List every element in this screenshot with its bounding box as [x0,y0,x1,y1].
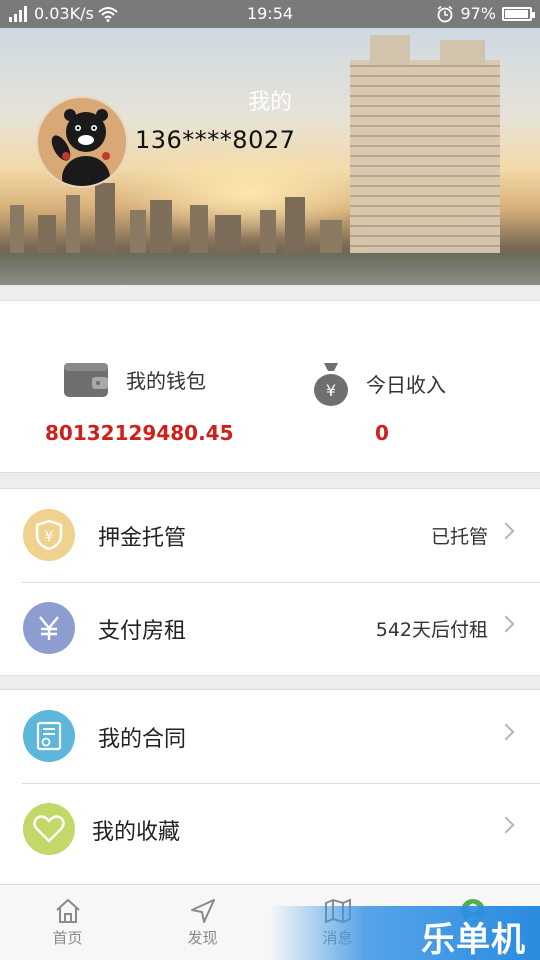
tab-discover[interactable]: 发现 [135,885,270,960]
list-group-records: 我的合同 我的收藏 [0,689,540,885]
pay-rent-value: 542天后付租 [375,619,488,641]
tab-home-label: 首页 [52,929,83,947]
my-contract-label: 我的合同 [98,726,187,752]
avatar[interactable] [36,96,128,188]
today-income-label: 今日收入 [366,372,446,397]
banner-ground [0,253,540,285]
contract-icon [23,710,75,762]
send-icon [190,899,215,923]
user-phone: 136****8027 [135,126,296,154]
svg-text:¥: ¥ [326,381,336,400]
today-income-label-row: ¥ 今日收入 [312,359,446,407]
battery-percent: 97% [460,4,496,23]
deposit-escrow-value: 已托管 [430,526,488,548]
wallet-icon [64,363,108,397]
chevron-right-icon [497,615,515,633]
my-wallet-amount: 80132129480.45 [45,421,234,445]
alarm-icon [437,5,453,22]
status-right: 97% [436,4,535,23]
list-group-payments: ¥ 押金托管 已托管 支付房租 542天后付租 [0,488,540,676]
wallet-card: 我的钱包 80132129480.45 ¥ 今日收入 0 [0,300,540,473]
deposit-escrow-label: 押金托管 [98,525,187,551]
profile-header: 我的 136****8027 [0,28,540,285]
tab-home[interactable]: 首页 [0,885,135,960]
chevron-right-icon [497,723,515,741]
money-bag-icon: ¥ [314,363,348,406]
chevron-right-icon [497,522,515,540]
svg-text:¥: ¥ [45,529,54,545]
my-wallet-label-row: 我的钱包 [62,359,206,399]
list-group-spacer [0,876,540,884]
deposit-escrow-row[interactable]: ¥ 押金托管 已托管 [0,489,540,582]
watermark-overlay: 乐单机 [270,906,540,960]
heart-icon [23,803,75,855]
pay-rent-row[interactable]: 支付房租 542天后付租 [0,582,540,675]
tab-discover-label: 发现 [187,929,218,947]
yen-icon [23,602,75,654]
battery-icon [502,6,535,21]
my-favorites-row[interactable]: 我的收藏 [0,783,540,876]
chevron-right-icon [497,816,515,834]
today-income[interactable]: ¥ 今日收入 0 [270,301,540,474]
shield-yen-icon: ¥ [23,509,75,561]
my-wallet[interactable]: 我的钱包 80132129480.45 [0,301,270,474]
my-contract-row[interactable]: 我的合同 [0,690,540,783]
home-icon [55,898,80,923]
bear-avatar-icon [38,98,126,186]
watermark-text: 乐单机 [421,920,526,960]
my-wallet-label: 我的钱包 [126,368,206,393]
pay-rent-label: 支付房租 [98,618,187,644]
my-favorites-label: 我的收藏 [92,819,181,845]
status-bar: 0.03K/s 19:54 97% [0,0,540,28]
today-income-amount: 0 [375,421,389,445]
